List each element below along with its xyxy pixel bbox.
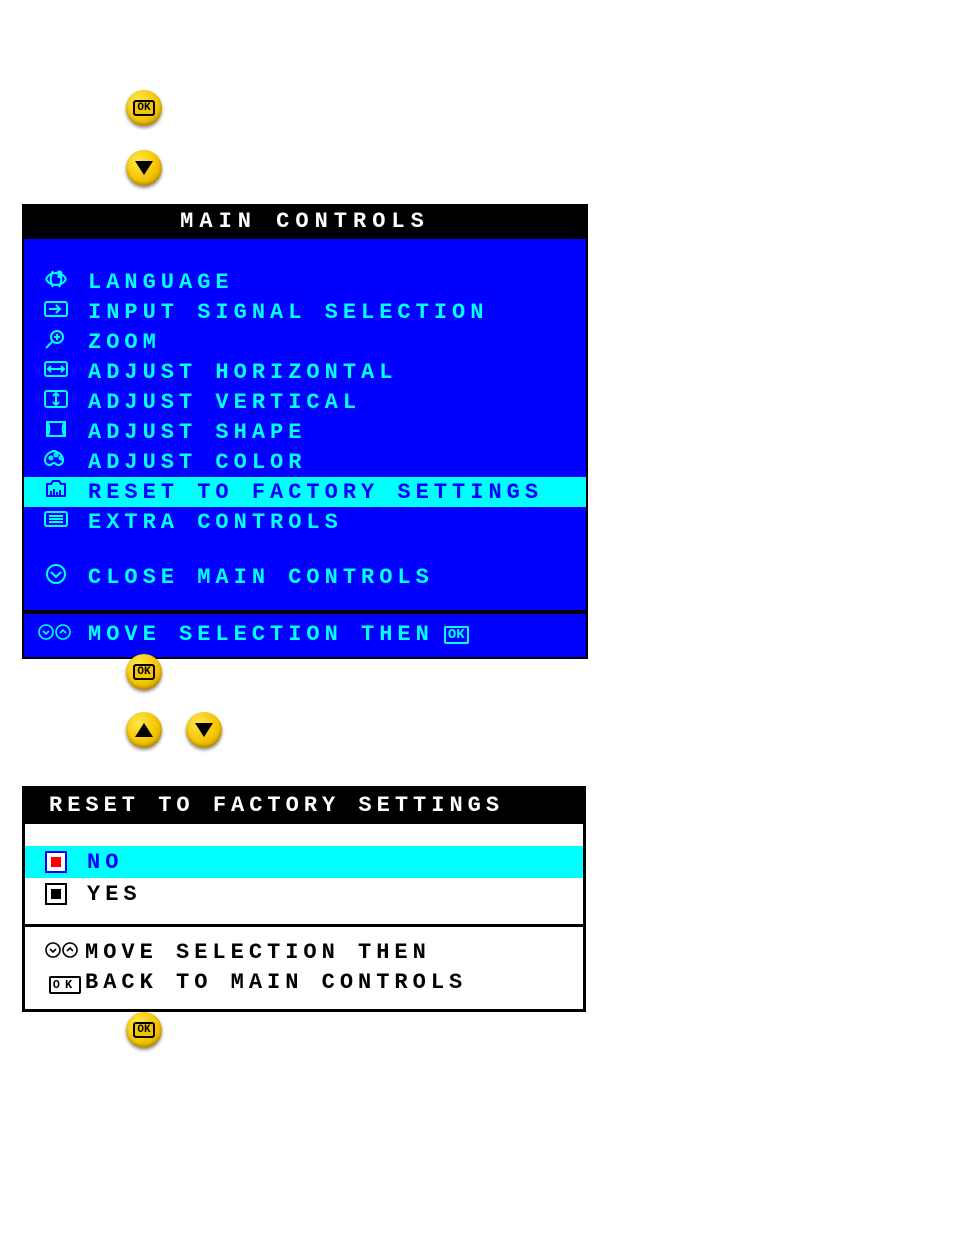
menu-label: ADJUST VERTICAL	[74, 390, 361, 415]
menu-item-reset[interactable]: RESET TO FACTORY SETTINGS	[24, 477, 586, 507]
triangle-down-icon	[195, 723, 213, 737]
menu-item-extra[interactable]: EXTRA CONTROLS	[24, 507, 586, 537]
menu-label: EXTRA CONTROLS	[74, 510, 343, 535]
menu-label: ADJUST SHAPE	[74, 420, 306, 445]
ok-icon: OK	[133, 1022, 154, 1038]
ok-icon: OK	[45, 970, 85, 995]
triangle-down-icon	[135, 161, 153, 175]
reset-panel: RESET TO FACTORY SETTINGS NO YES MOVE SE…	[22, 786, 586, 1012]
option-no[interactable]: NO	[25, 846, 583, 878]
vert-icon	[38, 388, 74, 417]
shape-icon	[38, 418, 74, 447]
footer-text: BACK TO MAIN CONTROLS	[85, 970, 467, 995]
close-label: CLOSE MAIN CONTROLS	[74, 565, 434, 590]
svg-text:?: ?	[57, 271, 62, 280]
menu-item-input[interactable]: INPUT SIGNAL SELECTION	[24, 297, 586, 327]
triangle-up-icon	[135, 723, 153, 737]
menu-label: ADJUST HORIZONTAL	[74, 360, 397, 385]
menu-label: INPUT SIGNAL SELECTION	[74, 300, 488, 325]
horiz-icon	[38, 358, 74, 387]
menu-item-language[interactable]: ? LANGUAGE	[24, 267, 586, 297]
up-button[interactable]	[126, 712, 162, 748]
ok-button[interactable]: OK	[126, 654, 162, 690]
option-label: NO	[87, 850, 123, 875]
checkbox-icon	[45, 851, 67, 873]
ok-icon: OK	[444, 626, 469, 644]
ok-button[interactable]: OK	[126, 90, 162, 126]
panel-title: RESET TO FACTORY SETTINGS	[25, 789, 583, 824]
footer-text: MOVE SELECTION THEN	[82, 622, 434, 647]
menu-item-shape[interactable]: ADJUST SHAPE	[24, 417, 586, 447]
reset-icon	[38, 478, 74, 507]
menu-item-zoom[interactable]: ZOOM	[24, 327, 586, 357]
menu-item-vertical[interactable]: ADJUST VERTICAL	[24, 387, 586, 417]
footer-text: MOVE SELECTION THEN	[85, 940, 431, 965]
panel-footer: MOVE SELECTION THEN OK BACK TO MAIN CONT…	[25, 924, 583, 1009]
option-label: YES	[87, 882, 142, 907]
ok-button[interactable]: OK	[126, 1012, 162, 1048]
zoom-icon	[38, 328, 74, 357]
updown-icon	[38, 623, 82, 646]
updown-icon	[45, 941, 85, 964]
option-yes[interactable]: YES	[25, 878, 583, 910]
menu-item-close[interactable]: CLOSE MAIN CONTROLS	[24, 563, 586, 610]
down-button[interactable]	[126, 150, 162, 186]
main-controls-panel: MAIN CONTROLS ? LANGUAGE INPUT SIGNAL SE…	[22, 204, 588, 659]
input-icon	[38, 298, 74, 327]
menu-label: RESET TO FACTORY SETTINGS	[74, 480, 543, 505]
extra-icon	[38, 508, 74, 537]
ok-icon: OK	[133, 100, 154, 116]
language-icon: ?	[38, 268, 74, 297]
menu-label: ZOOM	[74, 330, 161, 355]
menu-label: LANGUAGE	[74, 270, 234, 295]
panel-footer: MOVE SELECTION THEN OK	[24, 610, 586, 657]
menu-item-horizontal[interactable]: ADJUST HORIZONTAL	[24, 357, 586, 387]
ok-icon: OK	[133, 664, 154, 680]
menu-item-color[interactable]: ADJUST COLOR	[24, 447, 586, 477]
menu-label: ADJUST COLOR	[74, 450, 306, 475]
down-button[interactable]	[186, 712, 222, 748]
panel-title: MAIN CONTROLS	[24, 206, 586, 239]
close-down-icon	[38, 563, 74, 592]
color-icon	[38, 448, 74, 477]
checkbox-icon	[45, 883, 67, 905]
